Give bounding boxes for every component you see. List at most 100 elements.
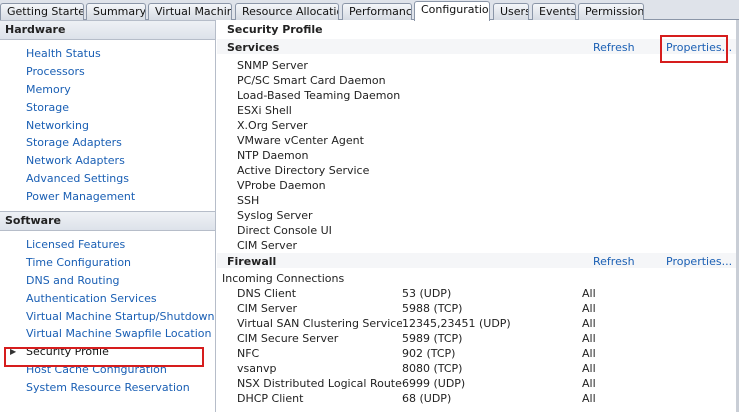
- tab-events[interactable]: Events: [532, 3, 576, 20]
- services-refresh-link[interactable]: Refresh: [593, 41, 635, 54]
- nav-item-health-status[interactable]: Health Status: [0, 45, 215, 63]
- nav-item-system-resource-reservation[interactable]: System Resource Reservation: [0, 379, 215, 397]
- nav-item-label: Authentication Services: [26, 291, 157, 305]
- firewall-name-cell: vsanvp: [237, 362, 277, 375]
- nav-item-storage[interactable]: Storage: [0, 99, 215, 117]
- firewall-allowed-cell: All: [582, 377, 596, 390]
- tab-getting-started[interactable]: Getting Started: [0, 3, 84, 20]
- selected-arrow-icon: ▶: [10, 347, 17, 357]
- service-item: SSH: [237, 194, 260, 207]
- tab-resource-allocation[interactable]: Resource Allocation: [235, 3, 339, 20]
- nav-item-memory[interactable]: Memory: [0, 81, 215, 99]
- firewall-name-cell: DHCP Client: [237, 392, 304, 405]
- nav-item-label: Time Configuration: [26, 255, 132, 269]
- nav-item-processors[interactable]: Processors: [0, 63, 215, 81]
- nav-item-label: Licensed Features: [26, 238, 126, 252]
- nav-item-time-configuration[interactable]: Time Configuration: [0, 254, 215, 272]
- firewall-row: Virtual SAN Clustering Service 12345,2345…: [237, 316, 737, 331]
- firewall-allowed-cell: All: [582, 392, 596, 405]
- nav-item-power-management[interactable]: Power Management: [0, 188, 215, 206]
- service-item: X.Org Server: [237, 119, 308, 132]
- service-item: SNMP Server: [237, 59, 308, 72]
- nav-item-virtual-machine-swapfile-location[interactable]: Virtual Machine Swapfile Location: [0, 325, 215, 343]
- tab-users[interactable]: Users: [493, 3, 529, 20]
- nav-item-label: Memory: [26, 82, 71, 96]
- nav-item-dns-and-routing[interactable]: DNS and Routing: [0, 272, 215, 290]
- firewall-port-cell: 5989 (TCP): [402, 332, 463, 345]
- service-item: ESXi Shell: [237, 104, 292, 117]
- software-section-header: Software: [0, 211, 215, 232]
- firewall-allowed-cell: All: [582, 317, 596, 330]
- tab-bar: Getting StartedSummaryVirtual MachinesRe…: [0, 0, 739, 21]
- tab-permissions[interactable]: Permissions: [578, 3, 644, 20]
- firewall-port-cell: 902 (TCP): [402, 347, 456, 360]
- hardware-section-header: Hardware: [0, 20, 215, 40]
- nav-item-label: Storage Adapters: [26, 136, 122, 150]
- services-header-row: [217, 39, 739, 54]
- nav-item-advanced-settings[interactable]: Advanced Settings: [0, 170, 215, 188]
- nav-item-label: Host Cache Configuration: [26, 363, 167, 377]
- firewall-row: vsanvp 8080 (TCP) All: [237, 361, 737, 376]
- nav-item-label: Processors: [26, 64, 85, 78]
- nav-item-label: Virtual Machine Startup/Shutdown: [26, 309, 215, 323]
- firewall-properties-link[interactable]: Properties...: [666, 255, 732, 268]
- software-nav-list: Licensed Features Time Configuration DNS a…: [0, 231, 215, 397]
- firewall-row: CIM Server 5988 (TCP) All: [237, 301, 737, 316]
- tab-summary[interactable]: Summary: [86, 3, 146, 20]
- nav-item-security-profile[interactable]: ▶ Security Profile: [0, 343, 215, 361]
- firewall-row: CIM Secure Server 5989 (TCP) All: [237, 331, 737, 346]
- services-title: Services: [227, 41, 280, 54]
- firewall-name-cell: DNS Client: [237, 287, 297, 300]
- nav-item-virtual-machine-startup-shutdown[interactable]: Virtual Machine Startup/Shutdown: [0, 308, 215, 326]
- nav-item-authentication-services[interactable]: Authentication Services: [0, 290, 215, 308]
- firewall-name-cell: CIM Secure Server: [237, 332, 339, 345]
- firewall-allowed-cell: All: [582, 332, 596, 345]
- nav-item-network-adapters[interactable]: Network Adapters: [0, 152, 215, 170]
- service-item: NTP Daemon: [237, 149, 309, 162]
- tab-virtual-machines[interactable]: Virtual Machines: [148, 3, 232, 20]
- content-pane: Security Profile Services Refresh Proper…: [217, 20, 739, 412]
- services-list: SNMP Server PC/SC Smart Card Daemon Load-B…: [237, 58, 400, 253]
- firewall-name-cell: CIM Server: [237, 302, 297, 315]
- nav-item-label: Power Management: [26, 190, 136, 204]
- page-title: Security Profile: [227, 23, 323, 36]
- firewall-port-cell: 8080 (TCP): [402, 362, 463, 375]
- firewall-row: DHCP Client 68 (UDP) All: [237, 391, 737, 406]
- nav-item-label: Security Profile: [26, 345, 109, 359]
- nav-item-label: DNS and Routing: [26, 273, 120, 287]
- nav-item-host-cache-configuration[interactable]: Host Cache Configuration: [0, 361, 215, 379]
- firewall-header-row: [217, 253, 739, 268]
- firewall-name-cell: NFC: [237, 347, 260, 360]
- firewall-refresh-link[interactable]: Refresh: [593, 255, 635, 268]
- service-item: PC/SC Smart Card Daemon: [237, 74, 386, 87]
- nav-item-label: Networking: [26, 118, 89, 132]
- firewall-allowed-cell: All: [582, 362, 596, 375]
- nav-item-label: Virtual Machine Swapfile Location: [26, 327, 212, 341]
- firewall-table: DNS Client 53 (UDP) All CIM Server 5988 (TCP…: [237, 286, 737, 406]
- hardware-nav-list: Health Status Processors Memory Storage Netw…: [0, 40, 215, 206]
- tab-configuration[interactable]: Configuration: [414, 1, 490, 21]
- nav-item-label: Storage: [26, 100, 70, 114]
- firewall-title: Firewall: [227, 255, 277, 268]
- firewall-port-cell: 6999 (UDP): [402, 377, 466, 390]
- nav-item-networking[interactable]: Networking: [0, 117, 215, 135]
- firewall-row: DNS Client 53 (UDP) All: [237, 286, 737, 301]
- service-item: CIM Server: [237, 239, 297, 252]
- firewall-row: NSX Distributed Logical Router S...6999 …: [237, 376, 737, 391]
- firewall-port-cell: 12345,23451 (UDP): [402, 317, 511, 330]
- firewall-allowed-cell: All: [582, 302, 596, 315]
- firewall-port-cell: 53 (UDP): [402, 287, 452, 300]
- firewall-port-cell: 68 (UDP): [402, 392, 452, 405]
- service-item: VMware vCenter Agent: [237, 134, 364, 147]
- service-item: VProbe Daemon: [237, 179, 326, 192]
- nav-item-label: System Resource Reservation: [26, 381, 190, 395]
- firewall-port-cell: 5988 (TCP): [402, 302, 463, 315]
- nav-item-licensed-features[interactable]: Licensed Features: [0, 236, 215, 254]
- services-properties-link[interactable]: Properties...: [666, 41, 732, 54]
- firewall-allowed-cell: All: [582, 347, 596, 360]
- tab-performance[interactable]: Performance: [342, 3, 412, 20]
- nav-item-storage-adapters[interactable]: Storage Adapters: [0, 134, 215, 152]
- firewall-row: NFC 902 (TCP) All: [237, 346, 737, 361]
- nav-item-label: Health Status: [26, 47, 101, 60]
- firewall-name-cell: NSX Distributed Logical Router S...: [237, 377, 402, 390]
